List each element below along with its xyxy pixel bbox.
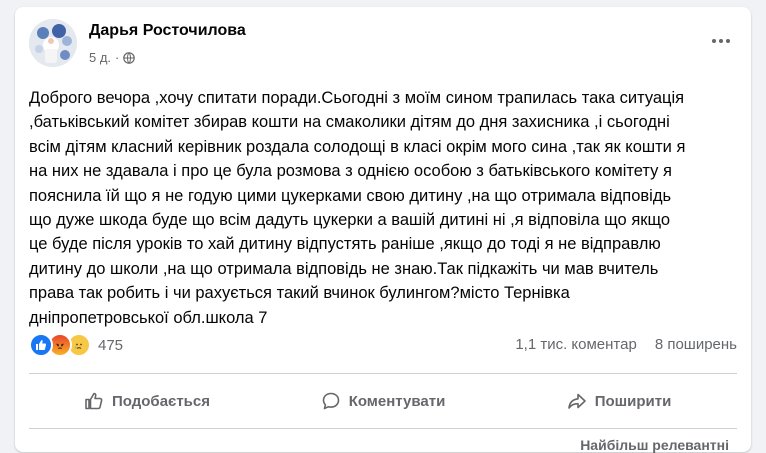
post-text: Доброго вечора ,хочу спитати поради.Сьог… [29,86,741,330]
share-button[interactable]: Поширити [501,379,737,423]
comments-count-link[interactable]: 1,1 тис. коментар [515,336,637,353]
thumbs-up-icon [85,392,103,410]
post-meta: 5 д. · [89,50,136,65]
post-text-line: пояснила їй що я не годую цими цукерками… [29,186,672,205]
post-text-line: на них не здавала і про це була розмова … [29,162,672,181]
shares-count-link[interactable]: 8 поширень [655,336,737,353]
comment-bubble-icon [322,392,339,410]
post-time[interactable]: 5 д. [89,50,111,65]
like-reaction-icon [29,333,53,357]
divider [29,373,737,374]
reactions-summary[interactable]: 475 [29,333,123,357]
post-text-line: дніпропетровської обл.школа 7 [29,308,268,327]
comment-button[interactable]: Коментувати [265,379,501,423]
meta-separator: · [115,50,120,65]
comments-sort-dropdown[interactable]: Найбільш релевантні [580,437,729,453]
reactions-count: 475 [98,336,124,354]
post-text-line: що дуже шкода буде що всім дадуть цукерк… [29,211,671,230]
divider [29,428,737,429]
post-actions-bar: Подобається Коментувати Поширити [29,379,737,423]
author-name[interactable]: Дарья Росточилова [89,22,246,40]
share-label: Поширити [594,392,672,410]
avatar[interactable] [29,19,77,67]
comment-label: Коментувати [348,392,446,410]
post-text-line: права так робить і чи рахується такий вч… [29,284,570,303]
post-text-line: ,батьківський комітет збирав кошти на см… [29,113,670,132]
globe-icon [123,51,136,64]
post-text-line: всім дітям класний керівник роздала соло… [29,137,686,156]
post-text-line: це буде після уроків то хай дитину відпу… [29,235,661,254]
post-card: Дарья Росточилова 5 д. · Доброго вечора … [15,7,751,453]
like-button[interactable]: Подобається [29,379,265,423]
more-options-icon[interactable] [709,33,733,49]
post-stats: 1,1 тис. коментар 8 поширень [515,336,737,353]
post-text-line: дитину до школи ,на що отримала відповід… [29,259,659,278]
avatar-image-icon [29,19,77,67]
like-label: Подобається [112,392,210,410]
share-arrow-icon [567,393,586,409]
post-text-line: Доброго вечора ,хочу спитати поради.Сьог… [29,89,685,107]
